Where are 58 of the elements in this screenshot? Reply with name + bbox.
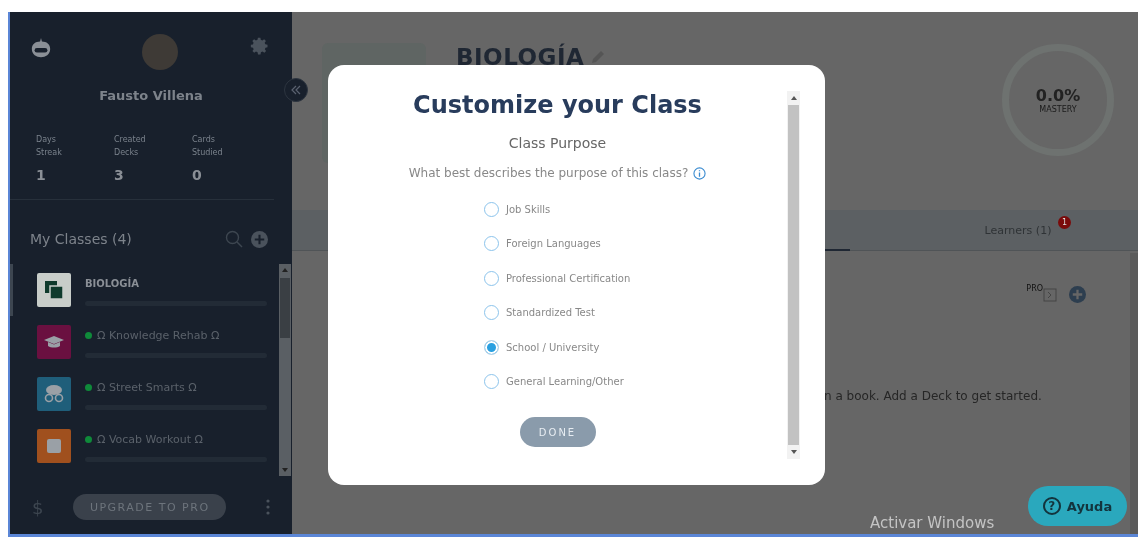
search-icon[interactable] [225, 230, 243, 248]
dialog-title: Customize your Class [413, 91, 702, 119]
pro-label: PRO [1026, 283, 1043, 293]
class-list-item[interactable]: Ω Knowledge Rehab Ω [10, 316, 279, 368]
activation-notice: Activar Windows [870, 514, 995, 532]
class-list-item[interactable]: Ω Vocab Workout Ω [10, 420, 279, 472]
scrollbar[interactable] [787, 91, 800, 459]
purpose-option[interactable]: Professional Certification [484, 269, 631, 288]
class-name: Ω Street Smarts Ω [97, 380, 197, 394]
add-deck-icon[interactable] [1069, 286, 1086, 303]
scroll-up-icon[interactable] [790, 96, 797, 100]
purpose-option[interactable]: School / University [484, 338, 631, 357]
stat-value: 3 [114, 167, 125, 183]
class-list-item[interactable]: Ω Street Smarts Ω [10, 368, 279, 420]
done-button[interactable]: DONE [519, 417, 596, 447]
info-icon[interactable] [693, 166, 707, 180]
radio-button[interactable] [484, 305, 499, 321]
purpose-option[interactable]: Foreign Languages [484, 234, 631, 253]
scroll-thumb[interactable] [788, 105, 799, 445]
purpose-option[interactable]: General Learning/Other [484, 372, 631, 391]
class-name: BIOLOGÍA [85, 277, 140, 289]
class-name: Ω Knowledge Rehab Ω [97, 328, 220, 342]
class-name: Ω Vocab Workout Ω [97, 432, 203, 446]
scrollbar[interactable] [279, 264, 291, 476]
class-title: BIOLOGÍA [456, 44, 585, 70]
double-chevron-icon [291, 85, 301, 95]
dialog-subtitle: Class Purpose [508, 135, 607, 151]
purpose-option[interactable]: Job Skills [484, 200, 631, 219]
stat-label: Cards Studied [192, 134, 224, 159]
settings-icon[interactable] [250, 36, 270, 56]
add-class-icon[interactable] [251, 230, 268, 248]
more-options-icon[interactable] [266, 499, 270, 515]
radio-button[interactable] [484, 339, 499, 355]
classes-heading: My Classes (4) [30, 231, 133, 247]
radio-button[interactable] [484, 374, 499, 390]
class-list-item[interactable]: BIOLOGÍA [10, 264, 279, 316]
empty-state-message: n a book. Add a Deck to get started. [824, 389, 1043, 403]
avatar-placeholder [142, 34, 178, 70]
mastery-value: 0.0% [1035, 86, 1081, 105]
user-name: Fausto Villena [98, 88, 204, 103]
scroll-thumb[interactable] [280, 278, 290, 338]
purpose-option[interactable]: Standardized Test [484, 303, 631, 322]
notification-badge: 1 [1058, 216, 1071, 229]
stat-value: 1 [36, 167, 47, 183]
radio-button[interactable] [484, 270, 499, 286]
mastery-label: MASTERY [1039, 105, 1077, 114]
currency-symbol: $ [32, 496, 44, 518]
question-text: What best describes the purpose of this class? [408, 166, 689, 180]
import-icon[interactable] [1043, 287, 1057, 302]
stat-label: Created Decks [114, 134, 147, 159]
radio-button[interactable] [484, 236, 499, 252]
scrollbar[interactable] [1130, 253, 1138, 534]
stat-value: 0 [192, 167, 203, 183]
scroll-down-icon[interactable] [790, 450, 797, 454]
help-button[interactable]: ? Ayuda [1028, 486, 1127, 526]
question-mark-icon: ? [1042, 497, 1061, 515]
stat-label: Days Streak [36, 134, 63, 159]
radio-button[interactable] [484, 201, 499, 217]
